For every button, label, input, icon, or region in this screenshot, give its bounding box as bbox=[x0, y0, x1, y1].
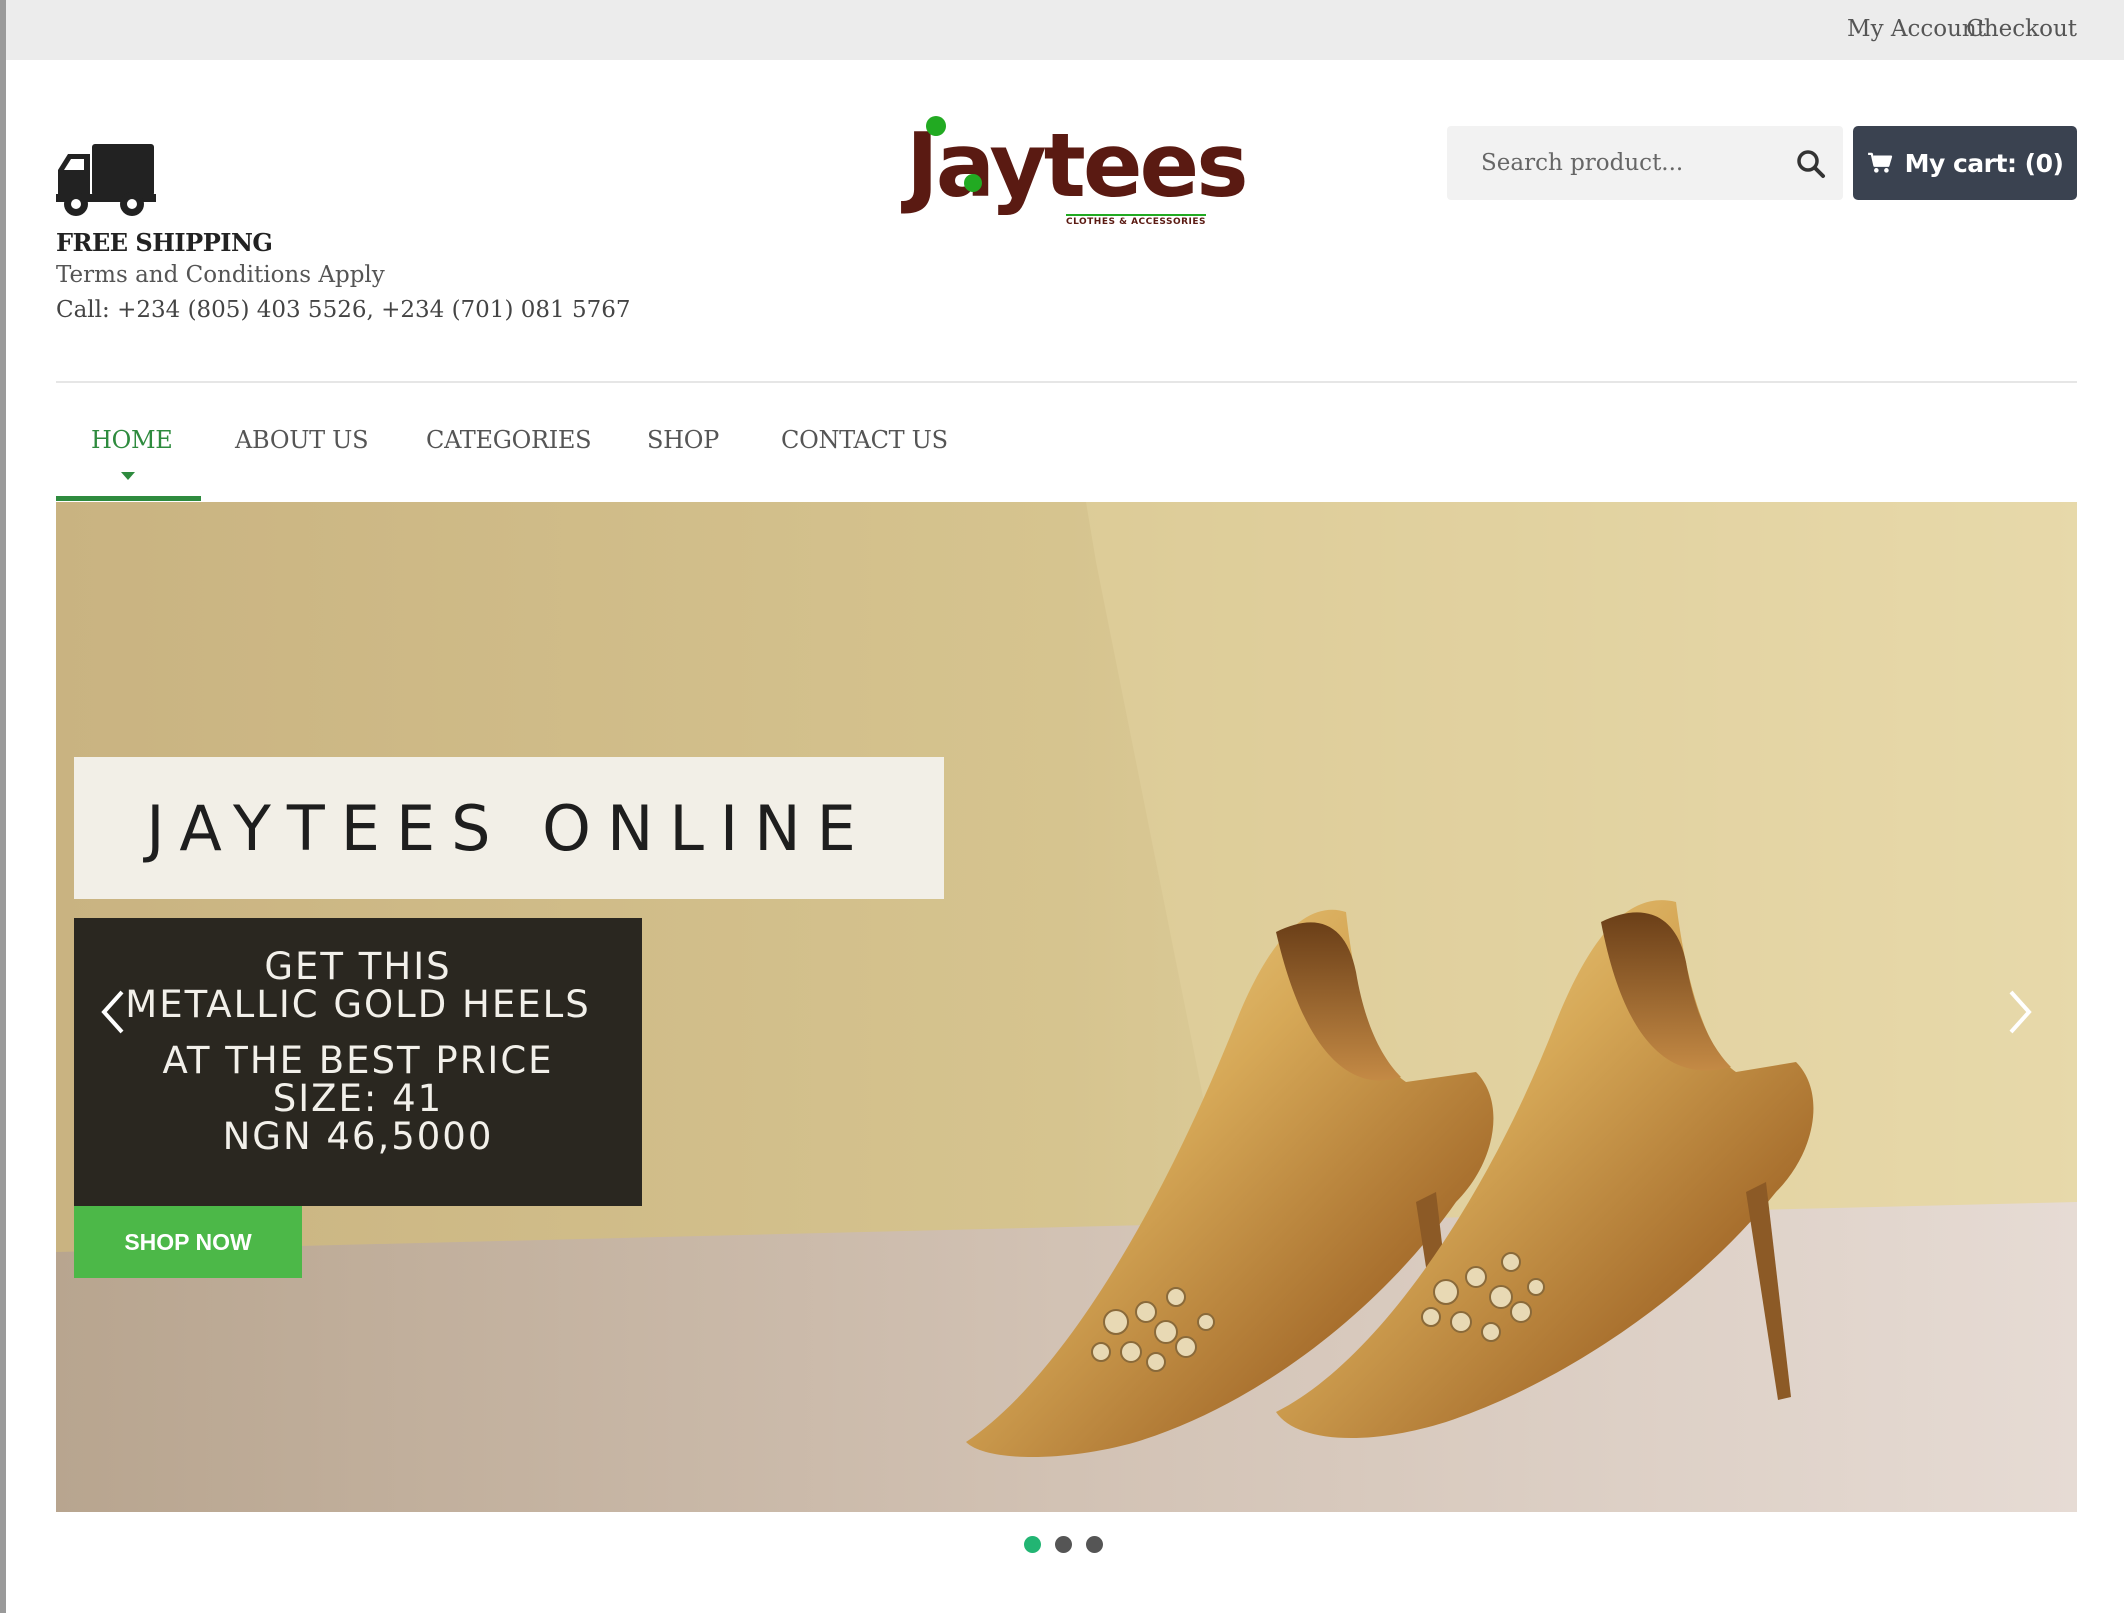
hero-price: NGN 46,5000 bbox=[222, 1115, 494, 1158]
slider-dot[interactable] bbox=[1024, 1536, 1041, 1553]
hero-description: GET THIS METALLIC GOLD HEELS AT THE BEST… bbox=[74, 918, 642, 1206]
slider-dot[interactable] bbox=[1055, 1536, 1072, 1553]
logo-tagline: CLOTHES & ACCESSORIES bbox=[1066, 214, 1207, 227]
nav-about-us[interactable]: ABOUT US bbox=[235, 426, 369, 454]
top-bar: My Account Checkout bbox=[6, 0, 2124, 60]
cart-icon bbox=[1867, 152, 1892, 173]
hero-title-box: JAYTEES ONLINE bbox=[74, 757, 944, 899]
slider-dots bbox=[1024, 1536, 1103, 1553]
cart-button[interactable]: My cart: (0) bbox=[1853, 126, 2077, 200]
logo-dot bbox=[964, 174, 982, 192]
logo-dot bbox=[926, 116, 946, 136]
active-caret-icon bbox=[121, 472, 135, 480]
nav-contact-us[interactable]: CONTACT US bbox=[781, 426, 948, 454]
hero-line: METALLIC GOLD HEELS bbox=[125, 983, 591, 1026]
free-shipping-title: FREE SHIPPING bbox=[56, 228, 273, 257]
hero-line: GET THIS bbox=[264, 945, 452, 988]
logo-wordmark: Jaytees bbox=[906, 114, 1249, 217]
terms-text: Terms and Conditions Apply bbox=[56, 262, 385, 288]
nav-home[interactable]: HOME bbox=[91, 426, 173, 454]
my-account-link[interactable]: My Account bbox=[1847, 16, 1986, 42]
nav-categories[interactable]: CATEGORIES bbox=[426, 426, 592, 454]
header-divider bbox=[56, 381, 2077, 383]
site-logo[interactable]: Jaytees CLOTHES & ACCESSORIES bbox=[906, 112, 1249, 242]
chevron-right-icon[interactable] bbox=[1999, 982, 2039, 1042]
nav-shop[interactable]: SHOP bbox=[647, 426, 719, 454]
truck-icon bbox=[56, 144, 156, 216]
hero-line: AT THE BEST PRICE bbox=[162, 1039, 554, 1082]
window-edge bbox=[0, 0, 6, 1613]
hero-slider: JAYTEES ONLINE GET THIS METALLIC GOLD HE… bbox=[56, 502, 2077, 1512]
slider-dot[interactable] bbox=[1086, 1536, 1103, 1553]
active-underline bbox=[56, 496, 201, 501]
search-input[interactable] bbox=[1447, 126, 1787, 200]
search-box bbox=[1447, 126, 1843, 200]
phone-numbers: Call: +234 (805) 403 5526, +234 (701) 08… bbox=[56, 297, 631, 323]
hero-line: SIZE: 41 bbox=[272, 1077, 444, 1120]
shop-now-button[interactable]: SHOP NOW bbox=[74, 1206, 302, 1278]
cart-label: My cart: (0) bbox=[1904, 148, 2064, 178]
hero-title: JAYTEES ONLINE bbox=[146, 791, 872, 865]
checkout-link[interactable]: Checkout bbox=[1966, 16, 2077, 42]
chevron-left-icon[interactable] bbox=[94, 982, 134, 1042]
search-icon[interactable] bbox=[1793, 146, 1829, 182]
